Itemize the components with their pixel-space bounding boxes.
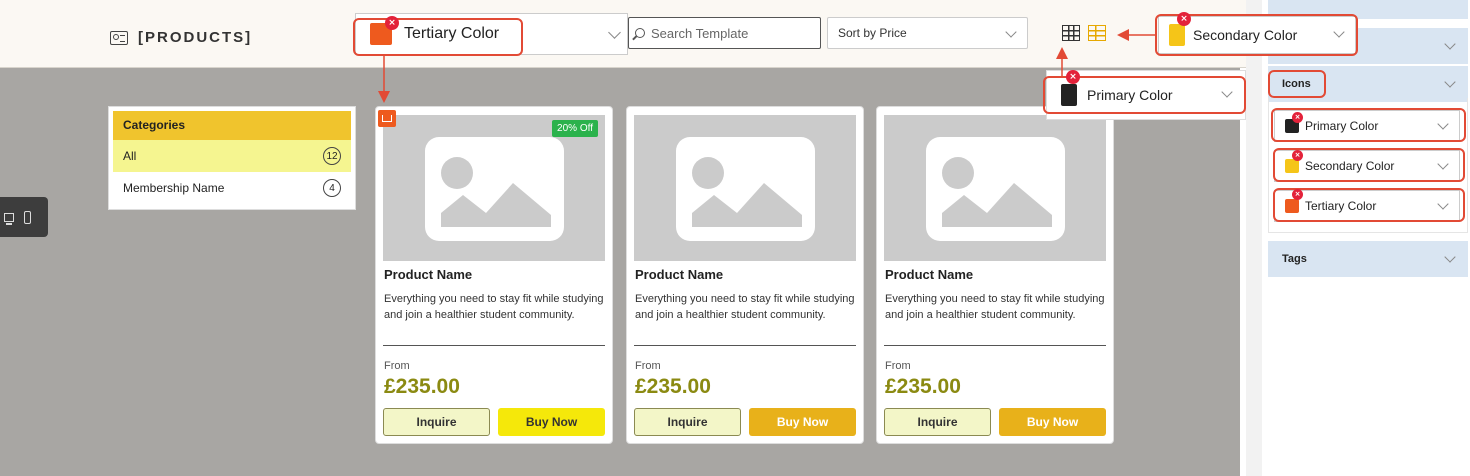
category-item-membership[interactable]: Membership Name 4 — [113, 172, 351, 204]
chevron-down-icon — [608, 26, 621, 39]
chevron-down-icon — [1444, 38, 1456, 50]
chevron-down-icon — [1005, 26, 1017, 38]
product-card: 20% Off Product Name Everything you need… — [375, 106, 613, 444]
category-label: Membership Name — [123, 181, 225, 195]
categories-panel: Categories All 12 Membership Name 4 — [108, 106, 356, 210]
inquire-button[interactable]: Inquire — [884, 408, 991, 436]
category-count: 4 — [323, 179, 341, 197]
remove-icon[interactable]: × — [1177, 12, 1191, 26]
profile-card-icon — [110, 30, 128, 45]
divider — [634, 345, 856, 346]
categories-heading: Categories — [113, 111, 351, 140]
remove-icon[interactable]: × — [1292, 150, 1303, 161]
image-placeholder-icon — [926, 137, 1065, 241]
product-image — [884, 115, 1106, 261]
product-description: Everything you need to stay fit while st… — [635, 293, 855, 321]
accordion-tags[interactable]: Tags — [1268, 241, 1468, 277]
inquire-button[interactable]: Inquire — [383, 408, 490, 436]
product-image — [634, 115, 856, 261]
remove-icon[interactable]: × — [1292, 112, 1303, 123]
search-icon — [635, 28, 645, 38]
price-from-label: From — [885, 360, 911, 372]
image-placeholder-icon — [425, 137, 564, 241]
page-title: [PRODUCTS] — [110, 29, 252, 46]
category-item-all[interactable]: All 12 — [113, 140, 351, 172]
accordion-title: Tags — [1282, 253, 1307, 265]
price-from-label: From — [635, 360, 661, 372]
device-toggle[interactable] — [0, 197, 48, 237]
product-card: Product Name Everything you need to stay… — [876, 106, 1114, 444]
divider — [383, 345, 605, 346]
buy-now-button[interactable]: Buy Now — [749, 408, 856, 436]
product-card: Product Name Everything you need to stay… — [626, 106, 864, 444]
product-price: £235.00 — [384, 375, 460, 398]
remove-icon[interactable]: × — [1292, 189, 1303, 200]
highlight-tertiary-callout — [353, 18, 523, 56]
product-description: Everything you need to stay fit while st… — [384, 293, 604, 321]
product-name: Product Name — [635, 267, 724, 282]
monitor-icon[interactable] — [4, 212, 14, 225]
view-toggle — [1062, 25, 1106, 41]
page-title-text: [PRODUCTS] — [138, 29, 253, 46]
phone-icon[interactable] — [24, 210, 31, 224]
chevron-down-icon — [1444, 251, 1456, 263]
product-price: £235.00 — [885, 375, 961, 398]
grid-view-icon[interactable] — [1062, 25, 1080, 41]
sort-select[interactable]: Sort by Price — [827, 17, 1028, 49]
product-price: £235.00 — [635, 375, 711, 398]
product-name: Product Name — [384, 267, 473, 282]
price-from-label: From — [384, 360, 410, 372]
remove-icon[interactable]: × — [385, 16, 399, 30]
search-placeholder: Search Template — [651, 25, 749, 41]
chevron-down-icon — [1444, 76, 1456, 88]
table-view-icon[interactable] — [1088, 25, 1106, 41]
product-name: Product Name — [885, 267, 974, 282]
divider — [884, 345, 1106, 346]
category-label: All — [123, 149, 137, 163]
category-count: 12 — [323, 147, 341, 165]
sort-label: Sort by Price — [838, 26, 907, 40]
remove-icon[interactable]: × — [1066, 70, 1080, 84]
crown-icon — [378, 110, 396, 127]
search-input[interactable]: Search Template — [628, 17, 821, 49]
highlight-icons-accordion — [1268, 70, 1326, 98]
buy-now-button[interactable]: Buy Now — [498, 408, 605, 436]
product-image: 20% Off — [383, 115, 605, 261]
product-description: Everything you need to stay fit while st… — [885, 293, 1105, 321]
buy-now-button[interactable]: Buy Now — [999, 408, 1106, 436]
image-placeholder-icon — [676, 137, 815, 241]
inquire-button[interactable]: Inquire — [634, 408, 741, 436]
discount-badge: 20% Off — [552, 120, 598, 137]
